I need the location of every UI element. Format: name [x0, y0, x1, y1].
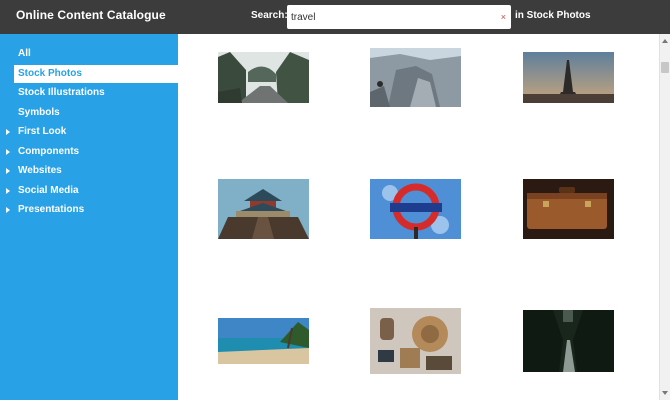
photo-thumbnail[interactable]: [523, 179, 614, 239]
scroll-up-arrow-icon[interactable]: [662, 39, 668, 43]
sidebar-item-label: Stock Illustrations: [18, 87, 105, 98]
search-box[interactable]: ×: [287, 5, 511, 29]
sidebar-item-components[interactable]: Components: [0, 143, 178, 161]
sidebar-item-label: Components: [18, 146, 80, 157]
photo-thumbnail[interactable]: [218, 179, 309, 239]
sidebar-item-presentations[interactable]: Presentations: [0, 201, 178, 219]
sidebar-item-label: Presentations: [18, 204, 85, 215]
eiffel-tower-photo: [523, 52, 614, 103]
sidebar-item-symbols[interactable]: Symbols: [0, 104, 178, 122]
underground-sign-photo: [370, 179, 461, 239]
sidebar-item-stock-photos[interactable]: Stock Photos: [14, 65, 178, 83]
caret-right-icon: [6, 168, 10, 174]
photo-thumbnail[interactable]: [218, 318, 309, 364]
sidebar-item-social-media[interactable]: Social Media: [0, 182, 178, 200]
clear-search-icon[interactable]: ×: [501, 11, 506, 23]
search-label: Search:: [251, 10, 288, 21]
app-title: Online Content Catalogue: [16, 8, 166, 22]
sidebar-item-first-look[interactable]: First Look: [0, 123, 178, 141]
photo-thumbnail[interactable]: [523, 310, 614, 372]
photo-thumbnail[interactable]: [218, 52, 309, 103]
cliff-hiker-photo: [370, 48, 461, 107]
temple-photo: [218, 179, 309, 239]
sidebar-item-label: Websites: [18, 165, 62, 176]
category-sidebar: All Stock Photos Stock Illustrations Sym…: [0, 34, 178, 400]
photo-thumbnail[interactable]: [370, 308, 461, 374]
scrollbar-thumb[interactable]: [661, 62, 669, 73]
travel-flatlay-photo: [370, 308, 461, 374]
forest-road-photo: [523, 310, 614, 372]
tropical-beach-photo: [218, 318, 309, 364]
caret-right-icon: [6, 188, 10, 194]
sidebar-item-label: All: [18, 48, 31, 59]
photo-thumbnail[interactable]: [370, 48, 461, 107]
sidebar-item-label: Stock Photos: [18, 68, 82, 79]
vintage-suitcase-photo: [523, 179, 614, 239]
scroll-down-arrow-icon[interactable]: [662, 391, 668, 395]
sidebar-item-label: Symbols: [18, 107, 60, 118]
search-input[interactable]: [291, 9, 496, 25]
search-scope-label: in Stock Photos: [515, 10, 591, 21]
mountain-road-photo: [218, 52, 309, 103]
caret-right-icon: [6, 149, 10, 155]
sidebar-item-websites[interactable]: Websites: [0, 162, 178, 180]
results-scrollbar[interactable]: [659, 34, 670, 400]
top-bar: Online Content Catalogue Search: × in St…: [0, 0, 670, 34]
caret-right-icon: [6, 207, 10, 213]
sidebar-item-label: First Look: [18, 126, 67, 137]
caret-right-icon: [6, 129, 10, 135]
sidebar-item-all[interactable]: All: [0, 45, 178, 63]
photo-thumbnail[interactable]: [370, 179, 461, 239]
results-grid: [178, 34, 659, 400]
photo-thumbnail[interactable]: [523, 52, 614, 103]
sidebar-item-label: Social Media: [18, 185, 79, 196]
sidebar-item-stock-illustrations[interactable]: Stock Illustrations: [0, 84, 178, 102]
